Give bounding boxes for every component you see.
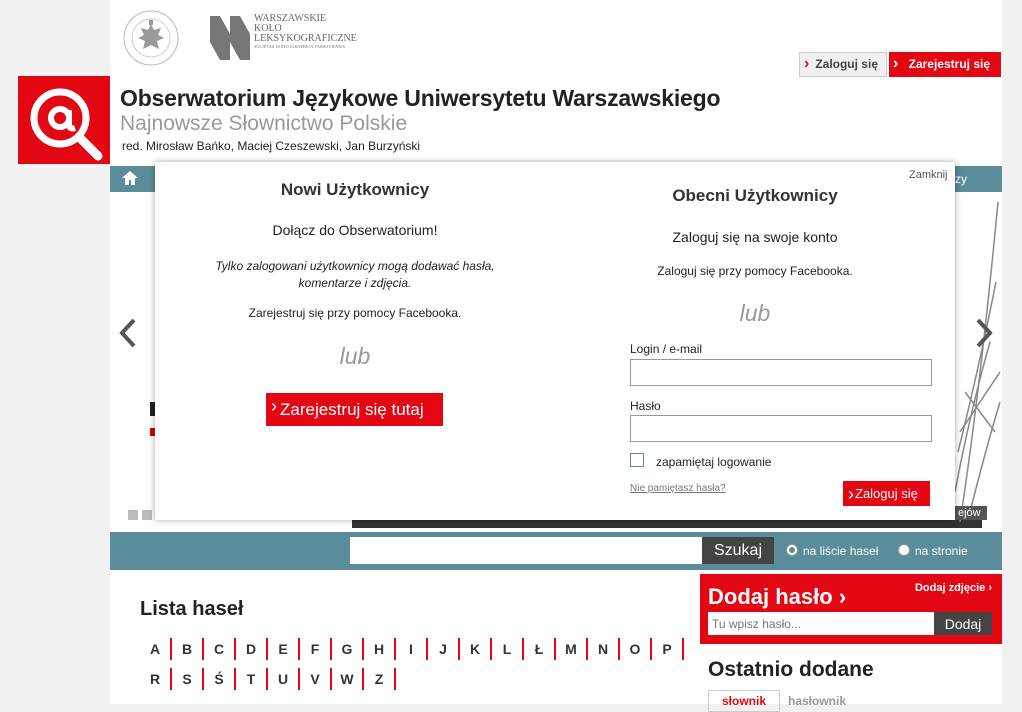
letter-link[interactable]: E — [268, 638, 300, 660]
slider-next-icon[interactable] — [974, 318, 994, 348]
new-users-column: Nowi Użytkownicy Dołącz do Obserwatorium… — [155, 162, 555, 520]
site-header: Obserwatorium Językowe Uniwersytetu Wars… — [18, 76, 1002, 164]
university-logo[interactable] — [120, 8, 182, 68]
add-word-input[interactable] — [708, 612, 934, 635]
radio-page-option[interactable] — [898, 544, 910, 556]
wkl-line-3: LEKSYKOGRAFICZNE — [254, 33, 357, 44]
slider-dot[interactable] — [142, 510, 152, 520]
search-button[interactable]: Szukaj — [702, 537, 774, 564]
existing-users-column: Obecni Użytkownicy Zaloguj się na swoje … — [555, 162, 955, 520]
wkl-line-sub: SOCIETAS LEXICOGRAPHICA VARSOVIENSIS — [254, 44, 346, 49]
new-users-title: Nowi Użytkownicy — [280, 180, 430, 199]
at-search-icon — [30, 88, 103, 161]
letter-link[interactable]: A — [140, 638, 172, 660]
forgot-password-link[interactable]: Nie pamiętasz hasła? — [630, 483, 726, 494]
wkl-logo[interactable]: WARSZAWSKIE KOŁO LEKSYKOGRAFICZNE SOCIET… — [208, 12, 358, 64]
add-photo-link[interactable]: Dodaj zdjęcie › — [915, 582, 992, 594]
letter-link[interactable]: S — [172, 668, 204, 690]
radio-list-option[interactable] — [786, 544, 798, 556]
letter-link[interactable]: L — [492, 638, 524, 660]
top-register-button[interactable]: Zarejestruj się — [889, 51, 1001, 77]
letter-link[interactable]: U — [268, 668, 300, 690]
password-label: Hasło — [630, 399, 661, 413]
brand-logo[interactable] — [18, 76, 110, 164]
letter-link[interactable]: Ś — [204, 668, 236, 690]
existing-users-title: Obecni Użytkownicy — [672, 186, 838, 205]
letter-link[interactable]: F — [300, 638, 332, 660]
chevron-right-icon: › — [988, 582, 992, 594]
letter-link[interactable]: T — [236, 668, 268, 690]
letter-link[interactable]: N — [588, 638, 620, 660]
remember-label: zapamiętaj logowanie — [656, 455, 772, 469]
letter-link[interactable]: H — [364, 638, 396, 660]
search-input[interactable] — [350, 537, 702, 564]
letter-link[interactable]: R — [140, 668, 172, 690]
home-icon[interactable] — [122, 171, 138, 185]
login-submit-button[interactable]: Zaloguj się — [843, 481, 930, 506]
radio-page-label: na stronie — [915, 544, 968, 558]
add-word-button[interactable]: Dodaj — [934, 612, 992, 635]
facebook-login-link[interactable]: Zaloguj się przy pomocy Facebooka. — [555, 264, 955, 278]
add-word-title-text: Dodaj hasło — [708, 584, 833, 609]
letter-link[interactable]: O — [620, 638, 652, 660]
radio-list-label: na liście haseł — [803, 544, 879, 558]
login-input[interactable] — [630, 359, 932, 386]
alphabet-nav: ABCDEFGHIJKLŁMNOP RSŚTUVWZ — [140, 638, 700, 698]
letter-link[interactable]: M — [556, 638, 588, 660]
letter-link[interactable]: J — [428, 638, 460, 660]
letter-link[interactable]: C — [204, 638, 236, 660]
add-word-panel: Dodaj hasło › Dodaj zdjęcie › Dodaj — [700, 574, 1002, 644]
top-login-button[interactable]: Zaloguj się — [799, 52, 887, 77]
letter-link[interactable]: B — [172, 638, 204, 660]
letter-link[interactable]: P — [652, 638, 684, 660]
password-input[interactable] — [630, 415, 932, 442]
letter-link[interactable]: I — [396, 638, 428, 660]
recent-title: Ostatnio dodane — [708, 658, 874, 681]
slider-prev-icon[interactable] — [118, 318, 138, 348]
letter-link[interactable]: D — [236, 638, 268, 660]
letter-link[interactable]: V — [300, 668, 332, 690]
add-word-title[interactable]: Dodaj hasło › — [708, 584, 846, 610]
letter-link[interactable]: G — [332, 638, 364, 660]
slider-dots — [128, 507, 156, 525]
join-text: Dołącz do Obserwatorium! — [272, 222, 438, 238]
remember-checkbox[interactable] — [630, 453, 644, 467]
site-editors: red. Mirosław Bańko, Maciej Czeszewski, … — [122, 139, 421, 153]
login-label: Login / e-mail — [630, 342, 703, 356]
letter-link[interactable]: W — [332, 668, 364, 690]
letter-link[interactable]: Ł — [524, 638, 556, 660]
word-list-title: Lista haseł — [140, 598, 244, 620]
add-photo-text: Dodaj zdjęcie — [914, 582, 986, 594]
letter-link[interactable]: K — [460, 638, 492, 660]
tab-wordlist[interactable]: hasłownik — [788, 694, 846, 708]
login-modal: Zamknij Nowi Użytkownicy Dołącz do Obser… — [155, 162, 955, 520]
slider-dot[interactable] — [128, 510, 138, 520]
facebook-register-link[interactable]: Zarejestruj się przy pomocy Facebooka. — [155, 306, 555, 320]
register-here-button[interactable]: Zarejestruj się tutaj — [266, 393, 443, 426]
site-title[interactable]: Obserwatorium Językowe Uniwersytetu Wars… — [120, 85, 721, 112]
wkl-logo-text: WARSZAWSKIE KOŁO LEKSYKOGRAFICZNE SOCIET… — [254, 14, 357, 50]
chevron-right-icon: › — [838, 584, 847, 609]
or-separator: lub — [739, 300, 771, 326]
banner-more-link[interactable]: ejów — [952, 506, 987, 520]
nav-item-partial[interactable]: zy — [955, 172, 967, 186]
site-subtitle: Najnowsze Słownictwo Polskie — [120, 112, 408, 135]
login-account-text: Zaloguj się na swoje konto — [672, 229, 838, 245]
tab-dictionary[interactable]: słownik — [708, 690, 780, 712]
or-separator: lub — [339, 343, 371, 369]
letter-link[interactable]: Z — [364, 668, 396, 690]
logged-only-note: Tylko zalogowani użytkownicy mogą dodawa… — [215, 259, 495, 290]
